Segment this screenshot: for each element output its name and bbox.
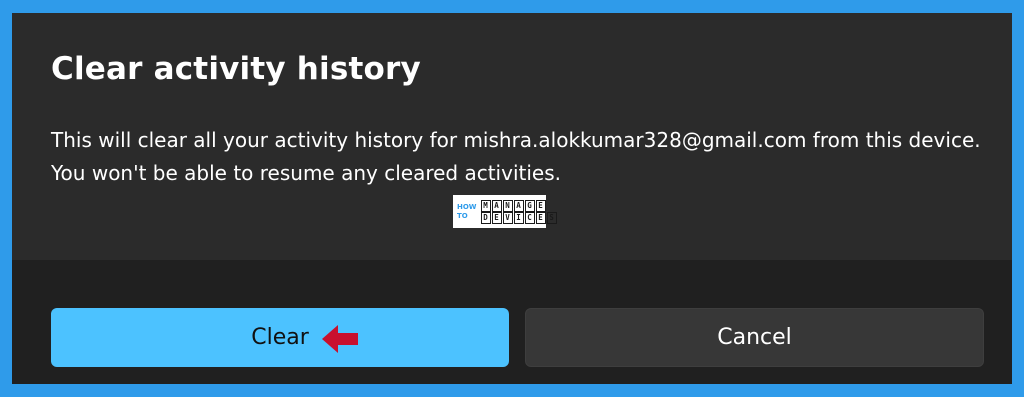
howtomanagedevices-logo: HOW TO MANAGE DEVICES [453,195,557,228]
logo-howto: HOW TO [457,203,477,221]
logo-devices: DEVICES [480,211,558,224]
dialog-message: This will clear all your activity histor… [51,128,981,185]
cancel-button[interactable]: Cancel [525,308,984,367]
clear-button[interactable]: Clear [51,308,509,367]
logo-how-text: HOW [457,202,477,211]
logo-manage: MANAGE [480,199,558,212]
dialog-title: Clear activity history [51,51,421,87]
logo-to-text: TO [457,211,468,220]
clear-activity-dialog: Clear activity history This will clear a… [12,13,1012,384]
red-arrow-icon [322,325,358,353]
dialog-content: Clear activity history This will clear a… [12,13,1012,260]
logo-words: MANAGE DEVICES [480,199,558,224]
